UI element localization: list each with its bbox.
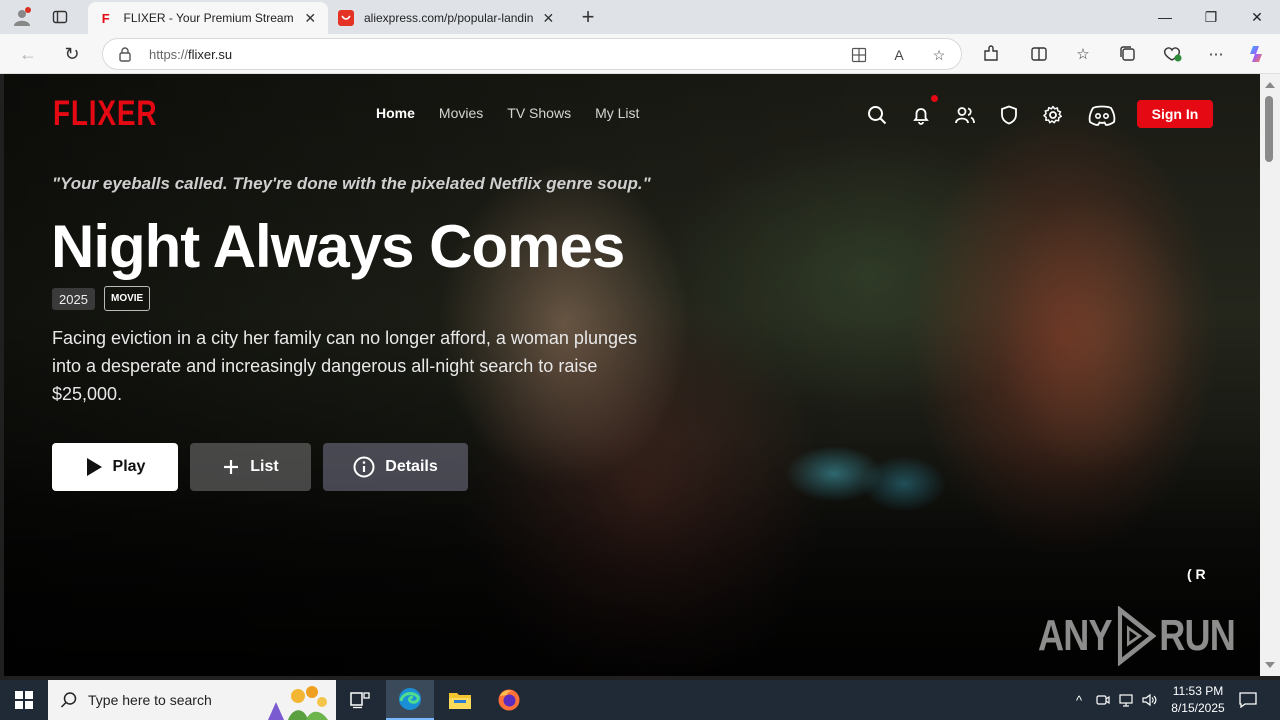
tab-title: aliexpress.com/p/popular-landing: [364, 11, 533, 25]
scroll-thumb[interactable]: [1265, 96, 1273, 162]
url-text: https://flixer.su: [149, 47, 233, 62]
nav-movies[interactable]: Movies: [439, 105, 483, 121]
shield-icon[interactable]: [996, 102, 1022, 128]
taskbar-clock[interactable]: 11:53 PM 8/15/2025: [1160, 683, 1236, 717]
taskbar: Type here to search ^ 11:53 PM 8/15/2025: [0, 680, 1280, 720]
play-label: Play: [112, 458, 146, 475]
app-available-icon[interactable]: [849, 45, 869, 65]
action-center-icon[interactable]: [1236, 680, 1260, 720]
restore-button[interactable]: ❐: [1188, 0, 1234, 34]
details-button[interactable]: Details: [323, 443, 468, 491]
browser-tabstrip: F FLIXER - Your Premium Streaming ✕ alie…: [0, 0, 1280, 34]
network-icon[interactable]: [1115, 680, 1137, 720]
more-menu-icon[interactable]: ⋯: [1204, 42, 1228, 66]
minimize-button[interactable]: —: [1142, 0, 1188, 34]
search-icon: [60, 692, 77, 708]
tab-aliexpress[interactable]: aliexpress.com/p/popular-landing ✕: [328, 2, 566, 34]
start-button[interactable]: [0, 680, 48, 720]
new-tab-button[interactable]: +: [576, 5, 600, 29]
volume-icon[interactable]: [1139, 680, 1161, 720]
tab-title: FLIXER - Your Premium Streaming: [123, 11, 295, 25]
flixer-favicon: F: [101, 10, 110, 26]
file-explorer-icon[interactable]: [436, 680, 484, 720]
discord-icon[interactable]: [1087, 102, 1117, 128]
edge-app-icon[interactable]: [386, 680, 434, 720]
add-to-list-button[interactable]: List: [190, 443, 311, 491]
type-badge: MOVIE: [104, 286, 151, 311]
scroll-up-arrow-icon[interactable]: [1265, 82, 1275, 88]
collections-icon[interactable]: [1116, 42, 1140, 66]
info-icon: [353, 456, 375, 478]
hero-tagline: "Your eyeballs called. They're done with…: [52, 174, 651, 193]
nav-my-list[interactable]: My List: [595, 105, 639, 121]
users-icon[interactable]: [952, 102, 978, 128]
play-icon: [86, 458, 102, 476]
play-button[interactable]: Play: [52, 443, 178, 491]
firefox-icon[interactable]: [485, 680, 533, 720]
show-hidden-icons-chevron-icon[interactable]: ^: [1068, 680, 1090, 720]
close-tab-icon[interactable]: ✕: [541, 10, 556, 27]
main-nav: Home Movies TV Shows My List: [376, 105, 639, 121]
page-scrollbar[interactable]: [1260, 74, 1280, 676]
hero-title: Night Always Comes: [51, 213, 625, 280]
rating-mark: ( R: [1187, 566, 1206, 582]
windows-logo-icon: [15, 691, 33, 709]
play-triangle-icon: [1117, 606, 1157, 666]
nav-home[interactable]: Home: [376, 105, 415, 121]
close-window-button[interactable]: ✕: [1234, 0, 1280, 34]
split-screen-icon[interactable]: [1027, 42, 1051, 66]
lock-icon[interactable]: [117, 46, 133, 62]
search-icon[interactable]: [864, 102, 890, 128]
hero-synopsis: Facing eviction in a city her family can…: [52, 328, 637, 404]
details-label: Details: [385, 458, 438, 475]
back-button[interactable]: ←: [14, 40, 42, 68]
scroll-down-arrow-icon[interactable]: [1265, 662, 1275, 668]
close-tab-icon[interactable]: ✕: [302, 10, 318, 27]
browser-essentials-icon[interactable]: [1160, 42, 1184, 66]
flowers-illustration-icon: [268, 686, 328, 720]
search-placeholder: Type here to search: [88, 692, 212, 708]
anyrun-watermark: ANY RUN: [1038, 606, 1236, 666]
tab-flixer[interactable]: F FLIXER - Your Premium Streaming ✕: [88, 2, 328, 34]
notification-dot: [931, 95, 938, 102]
settings-gear-icon[interactable]: [1040, 102, 1066, 128]
favorites-icon[interactable]: ☆: [1071, 42, 1095, 66]
aliexpress-favicon: [338, 10, 354, 26]
nav-tv-shows[interactable]: TV Shows: [507, 105, 571, 121]
flixer-logo[interactable]: FLIXER: [53, 94, 157, 134]
list-label: List: [250, 458, 279, 475]
meet-now-icon[interactable]: [1092, 680, 1114, 720]
sign-in-button[interactable]: Sign In: [1137, 100, 1213, 128]
address-bar[interactable]: https://flixer.su A ☆: [102, 38, 962, 70]
clock-time: 11:53 PM: [1172, 684, 1224, 698]
favorite-star-icon[interactable]: ☆: [929, 45, 949, 65]
copilot-icon[interactable]: [1245, 42, 1269, 66]
task-view-icon[interactable]: [336, 680, 384, 720]
read-aloud-icon[interactable]: A: [889, 45, 909, 65]
tab-actions-icon[interactable]: [47, 5, 73, 29]
year-badge: 2025: [52, 288, 95, 310]
browser-toolbar: ← ↻ https://flixer.su A ☆ ☆ ⋯: [0, 34, 1280, 74]
plus-icon: [224, 460, 239, 474]
notifications-bell-icon[interactable]: [908, 102, 934, 128]
profile-icon[interactable]: [9, 5, 35, 29]
refresh-button[interactable]: ↻: [58, 40, 86, 68]
extensions-icon[interactable]: [979, 42, 1003, 66]
taskbar-search-box[interactable]: Type here to search: [48, 680, 336, 720]
flixer-page: FLIXER Home Movies TV Shows My List Sign…: [4, 74, 1260, 676]
clock-date: 8/15/2025: [1171, 701, 1225, 715]
